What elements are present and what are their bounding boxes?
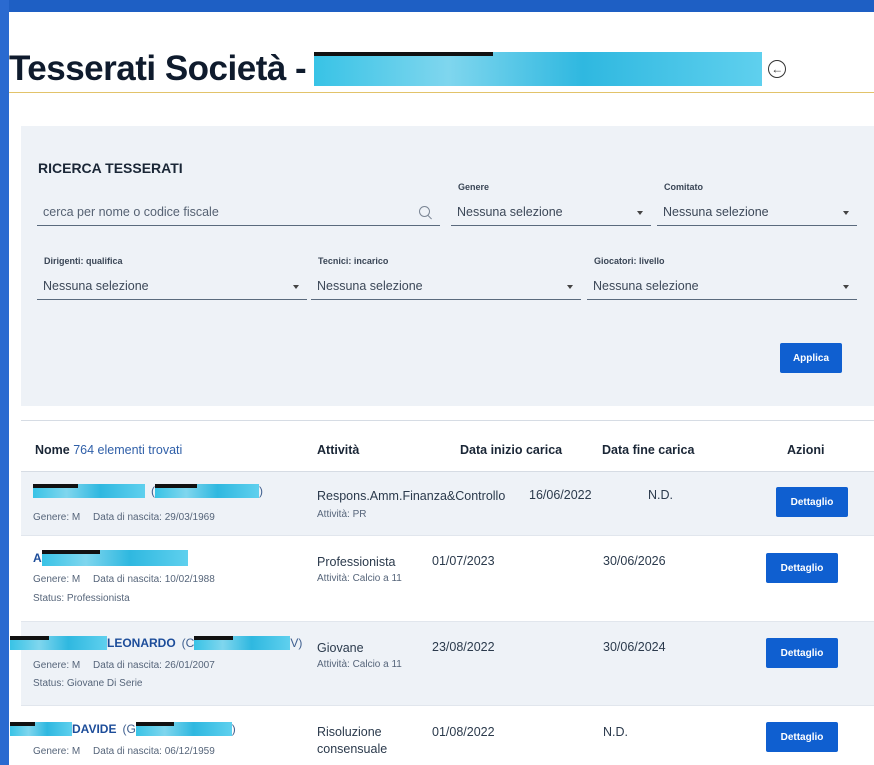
member-details: Genere: M Data di nascita: 10/02/1988 xyxy=(33,574,215,585)
comitato-value: Nessuna selezione xyxy=(663,205,769,219)
table-row: ( ) Genere: M Data di nascita: 29/03/196… xyxy=(21,472,874,536)
activity-sub: Attività: PR xyxy=(317,509,367,520)
member-name: A xyxy=(33,551,42,565)
column-header-nome[interactable]: Nome 764 elementi trovati xyxy=(35,443,182,457)
chevron-down-icon xyxy=(637,211,643,215)
member-birthdate: Data di nascita: 29/03/1969 xyxy=(93,512,215,523)
activity-sub: Attività: Calcio a 11 xyxy=(317,573,402,584)
member-genere: Genere: M xyxy=(33,660,81,671)
search-input[interactable]: cerca per nome o codice fiscale xyxy=(37,194,440,226)
member-genere: Genere: M xyxy=(33,512,81,523)
column-nome-label: Nome xyxy=(35,443,70,457)
member-name-line[interactable]: LEONARDO (C V) xyxy=(10,636,302,650)
results-count: 764 elementi trovati xyxy=(73,443,183,457)
chevron-down-icon xyxy=(567,285,573,289)
window-left-border xyxy=(0,0,9,765)
member-details: Genere: M Data di nascita: 29/03/1969 xyxy=(33,512,215,523)
activity-title: Respons.Amm.Finanza&Controllo xyxy=(317,489,506,503)
dettaglio-button[interactable]: Dettaglio xyxy=(766,722,838,752)
tecnici-label: Tecnici: incarico xyxy=(318,256,389,266)
search-heading: RICERCA TESSERATI xyxy=(38,160,183,176)
member-birthdate: Data di nascita: 06/12/1959 xyxy=(93,746,215,757)
redacted-society-name xyxy=(314,52,763,86)
member-genere: Genere: M xyxy=(33,746,81,757)
dettaglio-button[interactable]: Dettaglio xyxy=(766,553,838,583)
genere-label: Genere xyxy=(458,182,490,192)
redacted-fiscal-code xyxy=(135,722,232,736)
table-header: Nome 764 elementi trovati Attività Data … xyxy=(21,420,874,472)
search-panel: RICERCA TESSERATI cerca per nome o codic… xyxy=(21,126,874,406)
giocatori-select[interactable]: Nessuna selezione xyxy=(587,268,857,300)
member-status: Status: Professionista xyxy=(33,593,130,604)
dirigenti-select[interactable]: Nessuna selezione xyxy=(37,268,307,300)
member-name-line[interactable]: DAVIDE (G ) xyxy=(10,722,236,736)
column-header-attivita[interactable]: Attività xyxy=(317,443,359,457)
fiscal-code-open: (C xyxy=(181,636,195,650)
fiscal-code-close: V) xyxy=(290,636,303,650)
table-row: DAVIDE (G ) Genere: M Data di nascita: 0… xyxy=(10,706,874,765)
dettaglio-button[interactable]: Dettaglio xyxy=(776,487,848,517)
giocatori-label: Giocatori: livello xyxy=(594,256,665,266)
dirigenti-label: Dirigenti: qualifica xyxy=(44,256,123,266)
activity-title: Risoluzione consensuale xyxy=(317,725,388,756)
member-details: Genere: M Data di nascita: 06/12/1959 xyxy=(33,746,215,757)
start-date: 01/08/2022 xyxy=(432,725,495,739)
page-title: Tesserati Società - xyxy=(9,49,307,88)
fiscal-code-close: ) xyxy=(231,722,236,736)
column-header-azioni: Azioni xyxy=(787,443,825,457)
table-row: LEONARDO (C V) Genere: M Data di nascita… xyxy=(10,622,874,706)
redacted-name xyxy=(41,550,188,566)
member-name-line[interactable]: A xyxy=(33,550,188,566)
redacted-name xyxy=(10,636,107,650)
member-genere: Genere: M xyxy=(33,574,81,585)
redacted-name xyxy=(10,722,72,736)
redacted-fiscal-code xyxy=(155,484,259,498)
column-header-data-fine[interactable]: Data fine carica xyxy=(602,443,694,457)
search-icon[interactable] xyxy=(419,206,432,219)
end-date: N.D. xyxy=(603,725,628,739)
genere-value: Nessuna selezione xyxy=(457,205,563,219)
dettaglio-button[interactable]: Dettaglio xyxy=(766,638,838,668)
member-status: Status: Giovane Di Serie xyxy=(33,678,143,689)
end-date: 30/06/2024 xyxy=(603,640,666,654)
activity-title: Professionista xyxy=(317,555,396,569)
giocatori-value: Nessuna selezione xyxy=(593,279,699,293)
chevron-down-icon xyxy=(843,211,849,215)
activity-title: Giovane xyxy=(317,641,364,655)
window-top-border xyxy=(0,0,874,12)
member-name: LEONARDO xyxy=(107,636,176,650)
end-date: N.D. xyxy=(648,488,673,502)
comitato-select[interactable]: Nessuna selezione xyxy=(657,194,857,226)
apply-button[interactable]: Applica xyxy=(780,343,842,373)
member-name-line[interactable]: ( ) xyxy=(33,484,263,498)
start-date: 23/08/2022 xyxy=(432,640,495,654)
page-header: Tesserati Società - ← xyxy=(9,44,787,94)
table-row: A Genere: M Data di nascita: 10/02/1988 … xyxy=(21,536,874,622)
redacted-fiscal-code xyxy=(194,636,291,650)
end-date: 30/06/2026 xyxy=(603,554,666,568)
chevron-down-icon xyxy=(843,285,849,289)
redacted-name xyxy=(33,484,145,498)
activity-sub: Attività: Calcio a 11 xyxy=(317,659,402,670)
circle-arrow-left-icon[interactable]: ← xyxy=(768,60,787,78)
member-birthdate: Data di nascita: 10/02/1988 xyxy=(93,574,215,585)
chevron-down-icon xyxy=(293,285,299,289)
genere-select[interactable]: Nessuna selezione xyxy=(451,194,651,226)
tecnici-select[interactable]: Nessuna selezione xyxy=(311,268,581,300)
start-date: 16/06/2022 xyxy=(529,488,592,502)
member-name: DAVIDE xyxy=(72,722,117,736)
comitato-label: Comitato xyxy=(664,182,703,192)
fiscal-code-close: ) xyxy=(259,484,263,498)
member-details: Genere: M Data di nascita: 26/01/2007 xyxy=(33,660,215,671)
title-divider xyxy=(9,92,874,93)
start-date: 01/07/2023 xyxy=(432,554,495,568)
search-placeholder: cerca per nome o codice fiscale xyxy=(43,205,219,219)
tecnici-value: Nessuna selezione xyxy=(317,279,423,293)
member-birthdate: Data di nascita: 26/01/2007 xyxy=(93,660,215,671)
column-header-data-inizio[interactable]: Data inizio carica xyxy=(460,443,562,457)
fiscal-code-open: (G xyxy=(122,722,136,736)
dirigenti-value: Nessuna selezione xyxy=(43,279,149,293)
